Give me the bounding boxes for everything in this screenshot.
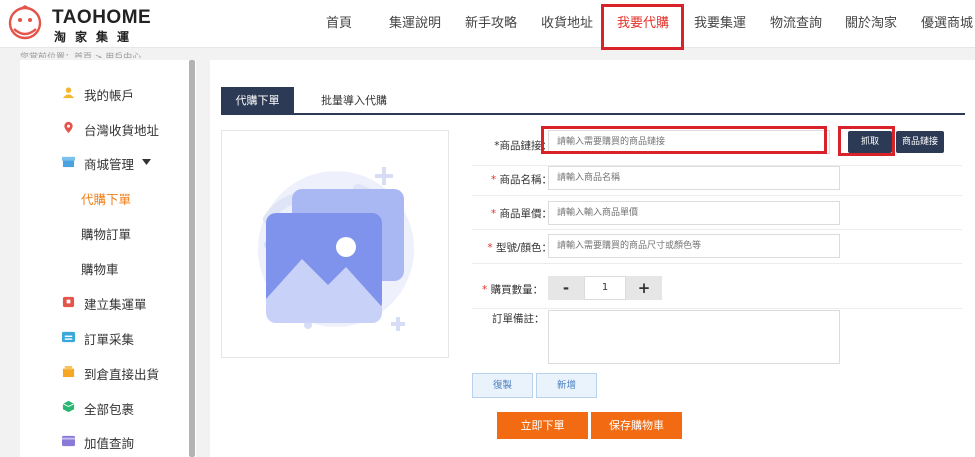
nav-item-receiving-address[interactable]: 收貨地址 [541, 12, 593, 31]
form-row-name: * 商品名稱： [472, 162, 962, 196]
quantity-input[interactable]: 1 [584, 276, 626, 300]
sidebar-item-order-collect[interactable]: 訂單采集 [20, 328, 190, 348]
sidebar: 我的帳戶 台灣收貨地址 商城管理 代購下單 購物訂單 購物車 建立集運單 訂單采… [20, 60, 196, 457]
url-input-highlight-box [541, 126, 827, 154]
nav-item-tracking[interactable]: 物流查詢 [770, 12, 822, 31]
nav-item-home[interactable]: 首頁 [326, 12, 352, 31]
store-icon [62, 156, 75, 168]
product-price-input[interactable] [548, 201, 840, 225]
divider [472, 308, 962, 309]
brand-name-en: TAOHOME [52, 7, 152, 28]
sidebar-scrollbar[interactable] [189, 60, 195, 457]
save-cart-button[interactable]: 保存購物車 [591, 412, 682, 439]
sidebar-item-tw-address[interactable]: 台灣收貨地址 [20, 119, 190, 139]
nav-item-beginner-guide[interactable]: 新手攻略 [465, 12, 517, 31]
sidebar-item-value-added[interactable]: 加值查詢 [20, 432, 190, 452]
order-note-textarea[interactable] [548, 310, 840, 364]
sidebar-item-label: 商城管理 [84, 157, 135, 172]
brand-logo[interactable]: TAOHOME 淘家集運 [6, 5, 151, 44]
form-row-price: * 商品單價： [472, 196, 962, 230]
package-create-icon [62, 296, 75, 308]
form-row-variant: * 型號/顏色： [472, 230, 962, 264]
nav-item-mall[interactable]: 優選商城 [921, 12, 973, 31]
sidebar-item-create-shipment[interactable]: 建立集運單 [20, 293, 190, 313]
product-link-button[interactable]: 商品鏈接 [896, 131, 944, 153]
note-label: 訂單備註： [492, 313, 545, 325]
price-label: * 商品單價： [490, 208, 552, 220]
breadcrumb: 您當前位置：首頁 > 用戶中心 [20, 53, 142, 58]
sidebar-item-label: 台灣收貨地址 [84, 123, 160, 138]
sidebar-item-mall-management[interactable]: 商城管理 [20, 153, 190, 173]
octopus-logo-icon [8, 5, 42, 40]
user-icon [62, 87, 75, 99]
quantity-plus-button[interactable]: + [626, 276, 662, 300]
variant-label: * 型號/顏色： [487, 242, 552, 254]
nav-highlight-box [601, 4, 684, 50]
order-now-button[interactable]: 立即下單 [497, 412, 588, 439]
product-image-preview [221, 130, 449, 358]
image-placeholder-icon [258, 167, 414, 331]
nav-item-shipping-guide[interactable]: 集運說明 [389, 12, 441, 31]
nav-item-about[interactable]: 關於淘家 [845, 12, 897, 31]
sidebar-item-label: 全部包裹 [84, 402, 135, 417]
nav-item-consolidate[interactable]: 我要集運 [694, 12, 746, 31]
tab-purchase-order[interactable]: 代購下單 [221, 87, 294, 115]
fetch-button-highlight-box [838, 126, 895, 156]
sidebar-item-label: 訂單采集 [84, 332, 135, 347]
quantity-minus-button[interactable]: - [548, 276, 584, 300]
value-added-icon [62, 435, 75, 447]
quantity-label: * 購買數量： [482, 284, 544, 296]
box-icon [62, 400, 75, 413]
tab-batch-import[interactable]: 批量導入代購 [309, 87, 399, 115]
name-label: * 商品名稱： [490, 174, 552, 186]
sidebar-item-warehouse-ship[interactable]: 到倉直接出貨 [20, 363, 190, 383]
sidebar-item-all-packages[interactable]: 全部包裹 [20, 398, 190, 418]
caret-down-icon [142, 159, 151, 165]
copy-button[interactable]: 復製 [472, 373, 533, 398]
main-panel: 代購下單 批量導入代購 *商品鏈接： 抓取 商品鏈接 * 商品名稱： * 商品單… [210, 60, 975, 457]
sidebar-item-label: 到倉直接出貨 [84, 367, 160, 382]
sidebar-sub-purchase-order[interactable]: 代購下單 [81, 189, 131, 208]
warehouse-ship-icon [62, 365, 75, 378]
sidebar-item-label: 建立集運單 [84, 297, 147, 312]
tab-bar: 代購下單 批量導入代購 [221, 87, 965, 115]
sidebar-sub-shopping-orders[interactable]: 購物訂單 [81, 224, 131, 243]
top-navbar: TAOHOME 淘家集運 首頁 集運說明 新手攻略 收貨地址 我要代購 我要集運… [0, 0, 975, 50]
location-pin-icon [64, 121, 73, 134]
sidebar-item-account[interactable]: 我的帳戶 [20, 84, 190, 104]
sidebar-item-label: 我的帳戶 [84, 88, 135, 103]
sidebar-item-label: 加值查詢 [84, 436, 135, 451]
add-button[interactable]: 新增 [536, 373, 597, 398]
variant-input[interactable] [548, 234, 840, 258]
product-name-input[interactable] [548, 166, 840, 190]
brand-name-zh: 淘家集運 [54, 30, 139, 44]
order-collect-icon [62, 331, 75, 343]
sidebar-sub-cart[interactable]: 購物車 [81, 259, 119, 278]
